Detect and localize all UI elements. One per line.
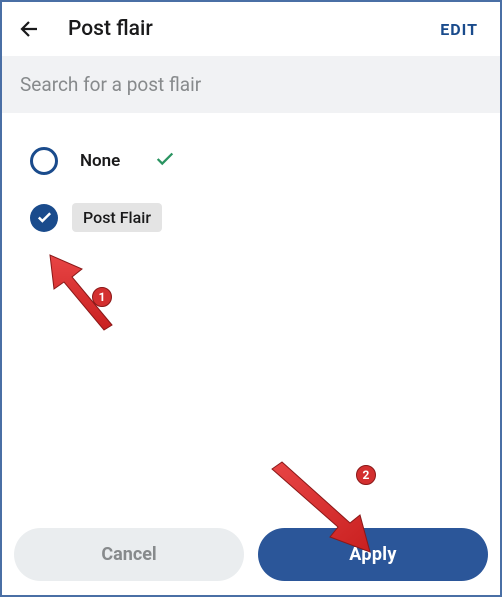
check-icon — [154, 148, 176, 174]
annotation-badge-2: 2 — [356, 465, 376, 485]
apply-button[interactable]: Apply — [258, 528, 488, 581]
back-button[interactable] — [16, 15, 44, 43]
flair-pill: Post Flair — [72, 203, 162, 232]
options-list: None Post Flair — [2, 113, 500, 246]
option-none[interactable]: None — [2, 133, 500, 189]
option-post-flair[interactable]: Post Flair — [2, 189, 500, 246]
button-bar: Cancel Apply — [14, 528, 488, 581]
annotation-arrow-1 — [32, 247, 142, 341]
option-label: None — [80, 151, 120, 171]
search-input[interactable] — [2, 56, 500, 113]
annotation-badge-1: 1 — [92, 287, 112, 307]
arrow-left-icon — [18, 17, 42, 41]
cancel-button[interactable]: Cancel — [14, 528, 244, 581]
header: Post flair EDIT — [2, 2, 500, 56]
radio-selected-icon — [30, 204, 58, 232]
radio-unselected-icon — [30, 147, 58, 175]
edit-button[interactable]: EDIT — [432, 16, 486, 43]
page-title: Post flair — [68, 17, 432, 41]
